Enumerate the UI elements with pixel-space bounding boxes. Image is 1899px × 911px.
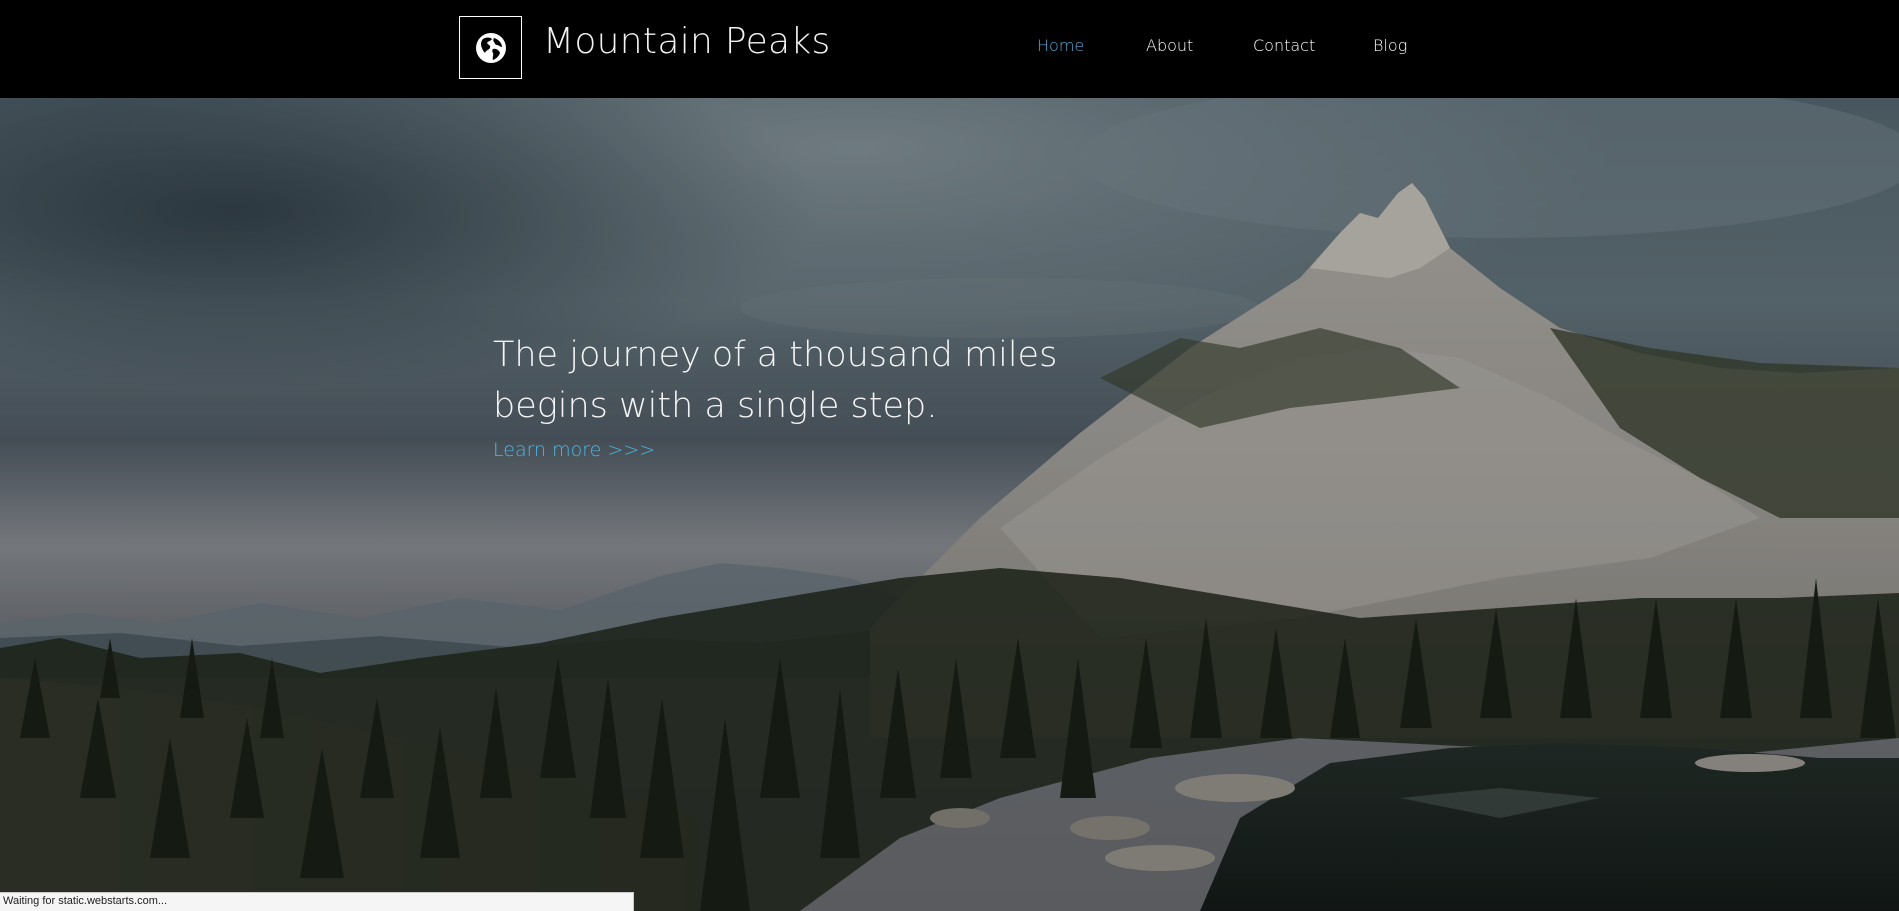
site-header: Mountain Peaks Home About Contact Blog <box>0 0 1899 98</box>
nav-blog[interactable]: Blog <box>1373 36 1407 55</box>
learn-more-link[interactable]: Learn more >>> <box>493 439 655 461</box>
globe-icon <box>475 32 506 63</box>
hero-text-block: The journey of a thousand miles begins w… <box>493 330 1093 461</box>
page: Mountain Peaks Home About Contact Blog T… <box>0 0 1899 911</box>
mountain-background-image <box>0 98 1899 911</box>
browser-status-bar: Waiting for static.webstarts.com... <box>0 892 634 911</box>
nav-contact[interactable]: Contact <box>1253 36 1315 55</box>
hero-headline-line1: The journey of a thousand miles <box>493 335 1058 375</box>
hero-banner: The journey of a thousand miles begins w… <box>0 98 1899 911</box>
hero-headline: The journey of a thousand miles begins w… <box>493 330 1093 432</box>
site-title[interactable]: Mountain Peaks <box>543 22 831 62</box>
logo-link[interactable] <box>459 16 522 79</box>
nav-home[interactable]: Home <box>1037 36 1084 55</box>
nav-about[interactable]: About <box>1146 36 1193 55</box>
hero-headline-line2: begins with a single step. <box>493 386 938 426</box>
